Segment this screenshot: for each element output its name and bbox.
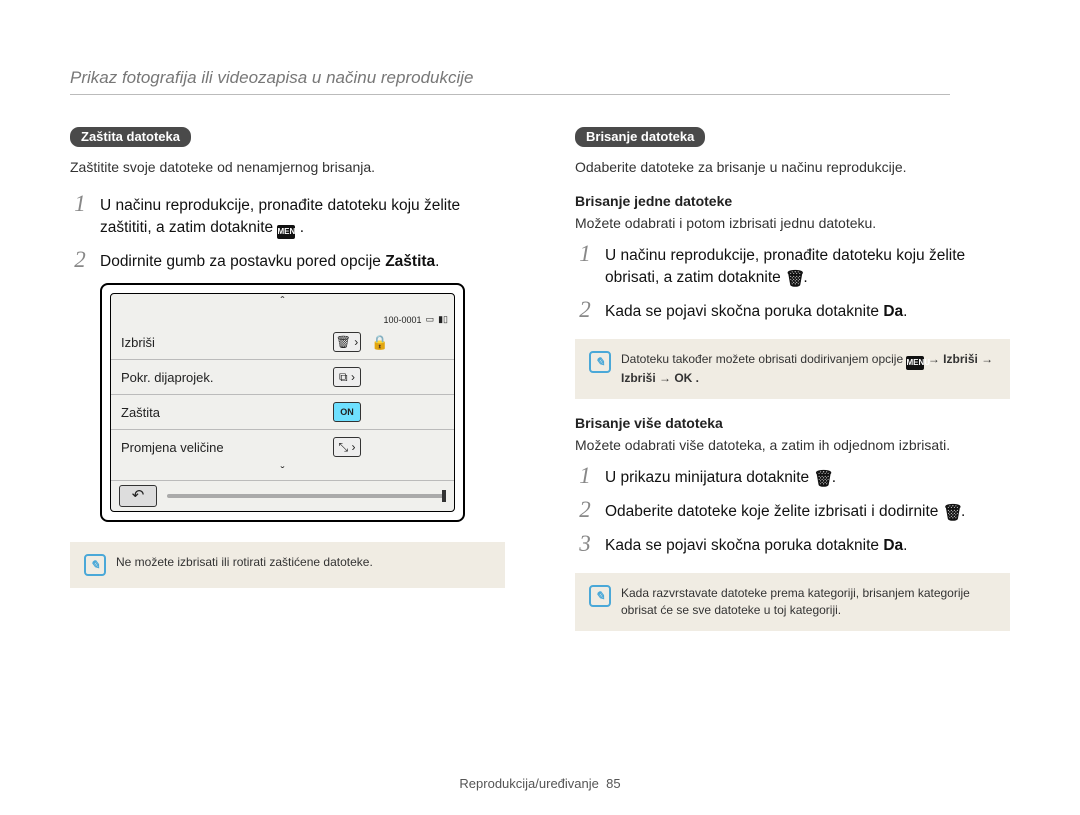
caret-up-icon: ˆ [111,294,454,310]
note-text: Ne možete izbrisati ili rotirati zaštiće… [116,554,373,576]
columns: Zaštita datoteka Zaštitite svoje datotek… [70,127,1010,647]
info-icon: ✎ [589,351,611,373]
note-delete-one: ✎ Datoteku također možete obrisati dodir… [575,339,1010,399]
memory-icon: ▭ [426,314,435,325]
step-1: 1 U načinu reprodukcije, pronađite datot… [575,243,1010,289]
device-inner: ˆ 100-0001 ▭ ▮▯ Izbriši 🗑 › 🔒 Pokr. dijapr… [110,293,455,512]
footer-label: Reprodukcija/uređivanje [459,776,598,791]
delete-one-steps: 1 U načinu reprodukcije, pronađite datot… [575,243,1010,323]
device-screenshot: ˆ 100-0001 ▭ ▮▯ Izbriši 🗑 › 🔒 Pokr. dijapr… [100,283,465,522]
row-label: Promjena veličine [121,440,224,455]
step-text: U načinu reprodukcije, pronađite datotek… [100,193,505,239]
step-text: Dodirnite gumb za postavku pored opcije … [100,249,505,273]
delete-one-heading: Brisanje jedne datoteke [575,193,1010,209]
info-icon: ✎ [84,554,106,576]
step-number: 2 [575,299,595,321]
step-text: Odaberite datoteke koje želite izbrisati… [605,499,1010,523]
d2-step3: Kada se pojavi skočna poruka dotaknite [605,537,883,554]
delete-one-sub: Možete odabrati i potom izbrisati jednu … [575,215,1010,231]
left-column: Zaštita datoteka Zaštitite svoje datotek… [70,127,505,647]
trash-icon: 🗑 [814,473,828,487]
d2-step2: Odaberite datoteke koje želite izbrisati… [605,503,943,520]
step-number: 1 [575,465,595,487]
delete-many-heading: Brisanje više datoteka [575,415,1010,431]
device-menu: Izbriši 🗑 › 🔒 Pokr. dijaprojek. ⧉ › Zaštita… [111,325,454,464]
step-3: 3 Kada se pojavi skočna poruka dotaknite… [575,533,1010,557]
caret-down-icon: ˇ [111,464,454,480]
row-label: Zaštita [121,405,160,420]
menu-icon: MENU [277,225,295,239]
device-statusbar: 100-0001 ▭ ▮▯ [111,310,454,325]
d1-step2: Kada se pojavi skočna poruka dotaknite [605,303,883,320]
delete-many-sub: Možete odabrati više datoteka, a zatim i… [575,437,1010,453]
back-button[interactable]: ↶ [119,485,157,507]
footer-page: 85 [606,776,620,791]
title-rule [70,94,950,95]
protect-intro: Zaštitite svoje datoteke od nenamjernog … [70,159,505,175]
section-badge-protect: Zaštita datoteka [70,127,191,147]
file-number: 100-0001 [384,315,422,325]
menu-row-protect[interactable]: Zaštita ON [111,394,454,429]
note-text: Kada razvrstavate datoteke prema kategor… [621,585,996,619]
menu-row-resize[interactable]: Promjena veličine ⤡ › [111,429,454,464]
step-text: Kada se pojavi skočna poruka dotaknite D… [605,299,1010,323]
step2-text: Dodirnite gumb za postavku pored opcije [100,253,385,270]
menu-row-delete[interactable]: Izbriši 🗑 › [111,325,371,359]
step-number: 1 [575,243,595,265]
trash-icon: 🗑 [943,507,957,521]
row-label: Pokr. dijaprojek. [121,370,214,385]
step-text: U prikazu minijatura dotaknite 🗑 . [605,465,1010,489]
resize-icon: ⤡ › [333,437,361,457]
trash-icon: 🗑 › [333,332,361,352]
trash-icon: 🗑 [785,273,799,287]
menu-row-slideshow[interactable]: Pokr. dijaprojek. ⧉ › [111,359,454,394]
step-number: 2 [70,249,90,271]
right-column: Brisanje datoteka Odaberite datoteke za … [575,127,1010,647]
menu-icon: MENU [906,356,924,370]
delete-many-steps: 1 U prikazu minijatura dotaknite 🗑 . 2 O… [575,465,1010,557]
protect-steps: 1 U načinu reprodukcije, pronađite datot… [70,193,505,273]
page-title: Prikaz fotografija ili videozapisa u nač… [70,68,1010,88]
d2-step1: U prikazu minijatura dotaknite [605,469,814,486]
step2-bold: Zaštita [385,253,435,270]
slideshow-icon: ⧉ › [333,367,361,387]
step-number: 2 [575,499,595,521]
note-protect: ✎ Ne možete izbrisati ili rotirati zašti… [70,542,505,588]
step-1: 1 U prikazu minijatura dotaknite 🗑 . [575,465,1010,489]
da-bold: Da [883,537,903,554]
row-label: Izbriši [121,335,155,350]
da-bold: Da [883,303,903,320]
step-2: 2 Odaberite datoteke koje želite izbrisa… [575,499,1010,523]
step-text: Kada se pojavi skočna poruka dotaknite D… [605,533,1010,557]
note1a: Datoteku također možete obrisati dodiriv… [621,352,906,366]
step-1: 1 U načinu reprodukcije, pronađite datot… [70,193,505,239]
battery-icon: ▮▯ [438,314,448,325]
lock-icon: 🔒 [371,334,387,351]
step-2: 2 Dodirnite gumb za postavku pored opcij… [70,249,505,273]
step-text: U načinu reprodukcije, pronađite datotek… [605,243,1010,289]
info-icon: ✎ [589,585,611,607]
manual-page: Prikaz fotografija ili videozapisa u nač… [0,0,1080,647]
section-badge-delete: Brisanje datoteka [575,127,705,147]
note-text: Datoteku također možete obrisati dodiriv… [621,351,996,387]
step-2: 2 Kada se pojavi skočna poruka dotaknite… [575,299,1010,323]
step-number: 3 [575,533,595,555]
device-bottom-bar: ↶ [111,480,454,511]
scroll-slider[interactable] [167,494,446,498]
page-footer: Reprodukcija/uređivanje 85 [0,776,1080,791]
toggle-on-icon: ON [333,402,361,422]
delete-intro: Odaberite datoteke za brisanje u načinu … [575,159,1010,175]
step-number: 1 [70,193,90,215]
note-delete-many: ✎ Kada razvrstavate datoteke prema kateg… [575,573,1010,631]
